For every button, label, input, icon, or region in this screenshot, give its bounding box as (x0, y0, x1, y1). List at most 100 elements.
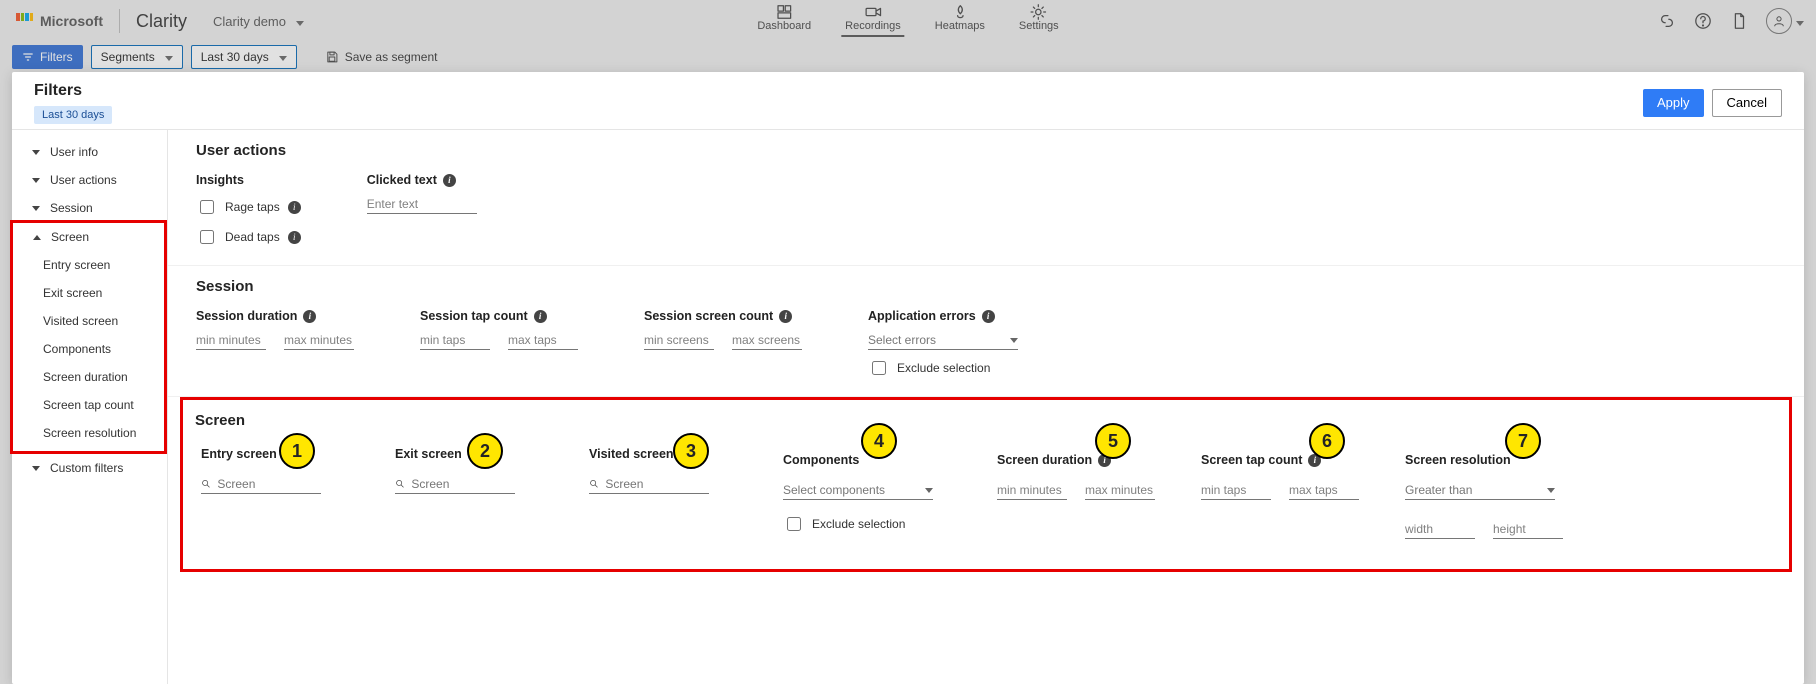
nav-dashboard[interactable]: Dashboard (753, 2, 815, 37)
entry-screen-input[interactable] (217, 475, 321, 493)
exit-screen-input-wrap[interactable] (395, 475, 515, 494)
info-icon[interactable] (288, 201, 301, 214)
sidebar-item-visited-screen[interactable]: Visited screen (13, 307, 164, 335)
sidebar-label: Screen (51, 230, 89, 244)
nav-dashboard-label: Dashboard (757, 20, 811, 32)
chevron-down-icon (32, 466, 40, 471)
panel-body: User info User actions Session Screen En… (12, 130, 1804, 684)
dead-taps-checkbox[interactable]: Dead taps (196, 227, 301, 247)
insights-label: Insights (196, 173, 301, 187)
rage-taps-checkbox[interactable]: Rage taps (196, 197, 301, 217)
visited-screen-input[interactable] (605, 475, 709, 493)
exclude-errors-input[interactable] (872, 361, 886, 375)
app-header: Microsoft Clarity Clarity demo Dashboard… (0, 0, 1816, 42)
dead-taps-input[interactable] (200, 230, 214, 244)
sidebar-group-screen[interactable]: Screen (13, 223, 164, 251)
cancel-button[interactable]: Cancel (1712, 89, 1782, 117)
sidebar-group-session[interactable]: Session (12, 194, 167, 222)
chevron-down-icon (161, 50, 173, 64)
segments-button[interactable]: Segments (91, 45, 183, 69)
screen-min-taps-input[interactable] (1201, 481, 1271, 500)
info-icon[interactable] (534, 310, 547, 323)
chip-date[interactable]: Last 30 days (34, 106, 112, 124)
sidebar-group-user-info[interactable]: User info (12, 138, 167, 166)
save-as-segment-label: Save as segment (345, 50, 438, 64)
session-duration-label: Session duration (196, 309, 354, 323)
panel-title: Filters (34, 82, 134, 100)
sidebar-item-exit-screen[interactable]: Exit screen (13, 279, 164, 307)
exit-screen-label: Exit screen (395, 447, 535, 461)
date-range-button[interactable]: Last 30 days (191, 45, 297, 69)
dashboard-icon (775, 4, 793, 20)
nav-recordings-label: Recordings (845, 20, 901, 32)
entry-screen-input-wrap[interactable] (201, 475, 321, 494)
screen-max-taps-input[interactable] (1289, 481, 1359, 500)
nav-heatmaps-label: Heatmaps (935, 20, 985, 32)
session-min-taps-input[interactable] (420, 331, 490, 350)
select-errors-dropdown[interactable]: Select errors (868, 331, 1018, 350)
components-label: Components (783, 453, 943, 467)
exclude-components-checkbox[interactable]: Exclude selection (783, 514, 943, 534)
exclude-errors-checkbox[interactable]: Exclude selection (868, 358, 1018, 378)
resolution-width-input[interactable] (1405, 520, 1475, 539)
nav-heatmaps[interactable]: Heatmaps (931, 2, 989, 37)
exit-screen-input[interactable] (411, 475, 515, 493)
filters-button[interactable]: Filters (12, 45, 83, 69)
session-max-taps-input[interactable] (508, 331, 578, 350)
clicked-text-label: Clicked text (367, 173, 477, 187)
sidebar-group-user-actions[interactable]: User actions (12, 166, 167, 194)
header-right (1658, 8, 1804, 34)
select-components-dropdown[interactable]: Select components (783, 481, 933, 500)
sidebar-item-screen-duration[interactable]: Screen duration (13, 363, 164, 391)
filters-button-label: Filters (40, 50, 73, 64)
section-heading: Session (196, 278, 1776, 295)
info-icon[interactable] (779, 310, 792, 323)
label-text: Screen duration (997, 453, 1092, 467)
info-icon[interactable] (443, 174, 456, 187)
sidebar-item-components[interactable]: Components (13, 335, 164, 363)
help-icon[interactable] (1694, 12, 1712, 30)
chevron-down-icon (1010, 338, 1018, 343)
info-icon[interactable] (982, 310, 995, 323)
sidebar-item-screen-resolution[interactable]: Screen resolution (13, 419, 164, 447)
select-errors-label: Select errors (868, 333, 936, 347)
session-max-screens-input[interactable] (732, 331, 802, 350)
session-max-minutes-input[interactable] (284, 331, 354, 350)
resolution-operator-dropdown[interactable]: Greater than (1405, 481, 1555, 500)
project-selector-label: Clarity demo (213, 14, 286, 29)
sidebar-item-entry-screen[interactable]: Entry screen (13, 251, 164, 279)
nav-recordings[interactable]: Recordings (841, 2, 905, 37)
session-screen-count-label: Session screen count (644, 309, 802, 323)
project-selector[interactable]: Clarity demo (213, 14, 304, 29)
brand-text: Microsoft (40, 13, 103, 29)
session-min-minutes-input[interactable] (196, 331, 266, 350)
recordings-icon (864, 4, 882, 20)
nav-settings[interactable]: Settings (1015, 2, 1063, 37)
label-text: Screen tap count (1201, 453, 1302, 467)
chevron-down-icon (32, 150, 40, 155)
info-icon[interactable] (303, 310, 316, 323)
exclude-components-label: Exclude selection (812, 517, 905, 531)
save-as-segment-button[interactable]: Save as segment (325, 50, 438, 64)
clicked-text-input[interactable] (367, 195, 477, 214)
screen-max-minutes-input[interactable] (1085, 481, 1155, 500)
info-icon[interactable] (288, 231, 301, 244)
sidebar-group-custom-filters[interactable]: Custom filters (12, 454, 167, 482)
product-name: Clarity (136, 11, 187, 32)
sidebar-item-screen-tap-count[interactable]: Screen tap count (13, 391, 164, 419)
visited-screen-input-wrap[interactable] (589, 475, 709, 494)
sidebar-label: Custom filters (50, 461, 123, 475)
chevron-down-icon (292, 14, 304, 29)
section-user-actions: User actions Insights Rage taps Dead tap… (168, 130, 1804, 266)
document-icon[interactable] (1730, 12, 1748, 30)
account-menu[interactable] (1766, 8, 1804, 34)
session-min-screens-input[interactable] (644, 331, 714, 350)
search-icon (395, 478, 405, 490)
resolution-height-input[interactable] (1493, 520, 1563, 539)
link-icon[interactable] (1658, 12, 1676, 30)
rage-taps-input[interactable] (200, 200, 214, 214)
apply-button[interactable]: Apply (1643, 89, 1704, 117)
exclude-components-input[interactable] (787, 517, 801, 531)
screen-min-minutes-input[interactable] (997, 481, 1067, 500)
chevron-down-icon (925, 488, 933, 493)
